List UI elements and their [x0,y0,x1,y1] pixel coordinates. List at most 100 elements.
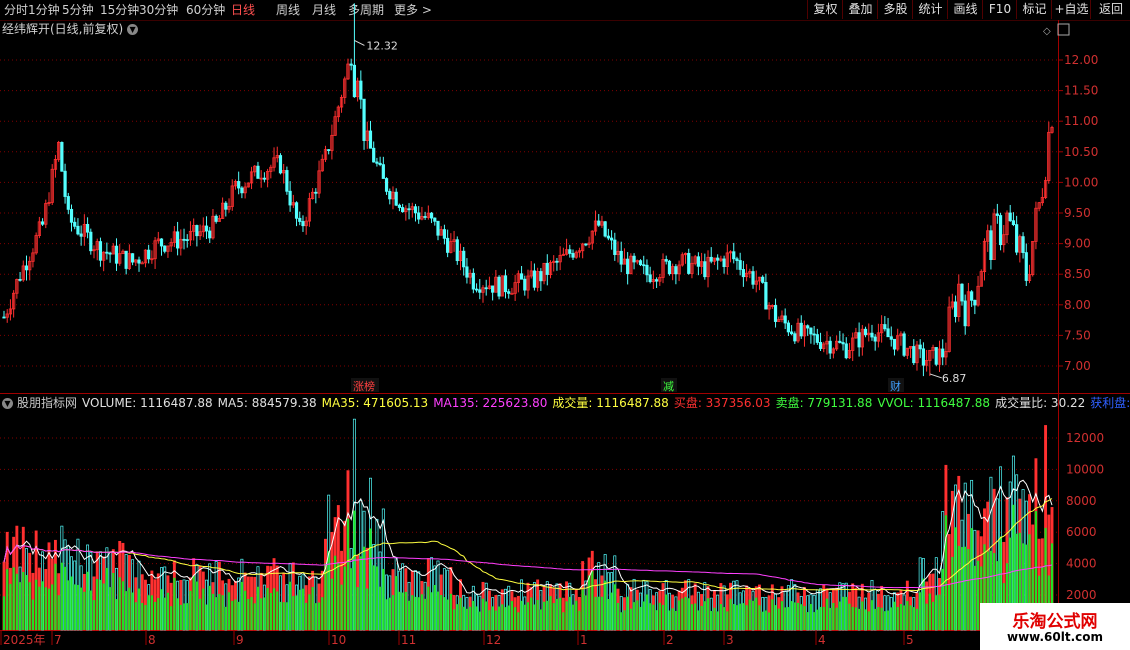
sell-volume-bar [825,598,829,630]
sell-volume-bar [877,607,880,630]
volume-axis-label: 10000 [1066,462,1104,476]
candle-body [124,250,128,269]
sell-volume-bar [976,560,980,630]
sell-volume-bar [395,576,398,630]
sell-volume-bar [99,579,102,630]
candle-body [375,161,379,164]
sell-volume-bar [681,598,684,630]
ma135-line [3,544,1053,589]
sell-volume-bar [112,573,115,630]
sell-volume-bar [938,594,941,630]
volume-axis-label: 8000 [1066,494,1097,508]
candle-body [761,276,765,283]
sell-volume-bar [597,596,600,630]
sell-volume-bar [925,603,928,630]
time-axis-label: 5 [906,633,914,647]
sell-volume-bar [803,606,806,630]
candle-body [442,229,447,239]
sell-volume-bar [677,600,681,630]
candle-body [384,178,389,192]
sell-volume-bar [645,594,649,630]
sell-volume-bar [912,607,915,630]
candle-body [24,265,29,271]
price-axis-label: 12.00 [1064,53,1098,67]
sell-volume-bar [337,563,340,630]
candle-body [902,333,906,356]
sell-volume-bar [771,599,774,630]
sell-volume-bar [806,612,809,630]
sell-volume-bar [433,584,436,630]
sell-volume-bar [289,581,292,630]
sell-volume-bar [861,601,864,630]
candle-body [818,342,823,349]
sell-volume-bar [559,597,562,630]
candle-body [828,340,832,354]
sell-volume-bar [218,593,221,630]
candle-body [995,213,999,216]
sell-volume-bar [436,591,440,630]
kline-chart[interactable]: ◇ 12.00 11.50 11.00 10.50 10.00 9.50 9.00 8.50 8.… [0,0,1130,650]
sell-volume-bar [231,600,234,630]
sell-volume-bar [76,584,80,630]
candle-body [642,264,646,267]
sell-volume-bar [301,588,305,630]
event-tag: 财 [890,379,901,393]
candle-body [886,328,890,338]
candle-body [571,253,575,258]
sell-volume-bar [851,606,854,630]
indicator-menu-icon[interactable]: ▼ [2,398,13,409]
sell-volume-bar [250,596,253,630]
sell-volume-bar [710,611,713,630]
time-axis-label: 7 [54,633,62,647]
sell-volume-bar [424,598,427,630]
candle-body [806,325,810,329]
sell-volume-bar [105,567,108,630]
sell-volume-bar [642,601,645,630]
candle-body [224,202,228,210]
sell-volume-bar [350,568,353,630]
sell-volume-bar [960,547,964,630]
sell-volume-bar [221,595,224,630]
sell-volume-bar [764,610,767,630]
sell-volume-bar [398,591,401,630]
sell-volume-bar [215,597,218,630]
sell-volume-bar [854,607,858,630]
sell-volume-bar [166,592,170,630]
sell-volume-bar [523,604,526,630]
sell-volume-bar [944,515,948,630]
candle-body [455,239,459,262]
candle-body [773,305,778,322]
sell-volume-bar [864,609,867,630]
sell-volume-bar [459,597,462,630]
candle-body [815,334,819,343]
candle-body [555,260,559,263]
sell-volume-bar [845,596,848,630]
sell-volume-bar [96,579,99,630]
sell-volume-bar [372,565,375,630]
sell-volume-bar [198,598,202,630]
candle-body [368,130,373,149]
sell-volume-bar [745,605,748,630]
sell-volume-bar [92,600,96,630]
sell-volume-bar [488,610,491,630]
sell-volume-bar [54,563,57,630]
sell-volume-bar [565,601,568,630]
sell-volume-bar [655,610,658,630]
candle-body [732,251,736,260]
candle-body [883,324,887,330]
candle-body [609,237,614,241]
sell-volume-bar [298,589,301,630]
candle-body [381,164,385,179]
sell-volume-bar [282,602,285,630]
sell-volume-bar [935,595,938,630]
sell-volume-bar [153,601,157,630]
candle-body [844,343,848,359]
time-axis-label: 9 [236,633,244,647]
candle-body [130,253,135,263]
sell-volume-bar [202,588,205,630]
candle-body [741,269,745,278]
sell-volume-bar [234,599,237,630]
candle-body [105,251,109,254]
sell-volume-bar [147,595,150,630]
sell-volume-bar [462,606,465,630]
